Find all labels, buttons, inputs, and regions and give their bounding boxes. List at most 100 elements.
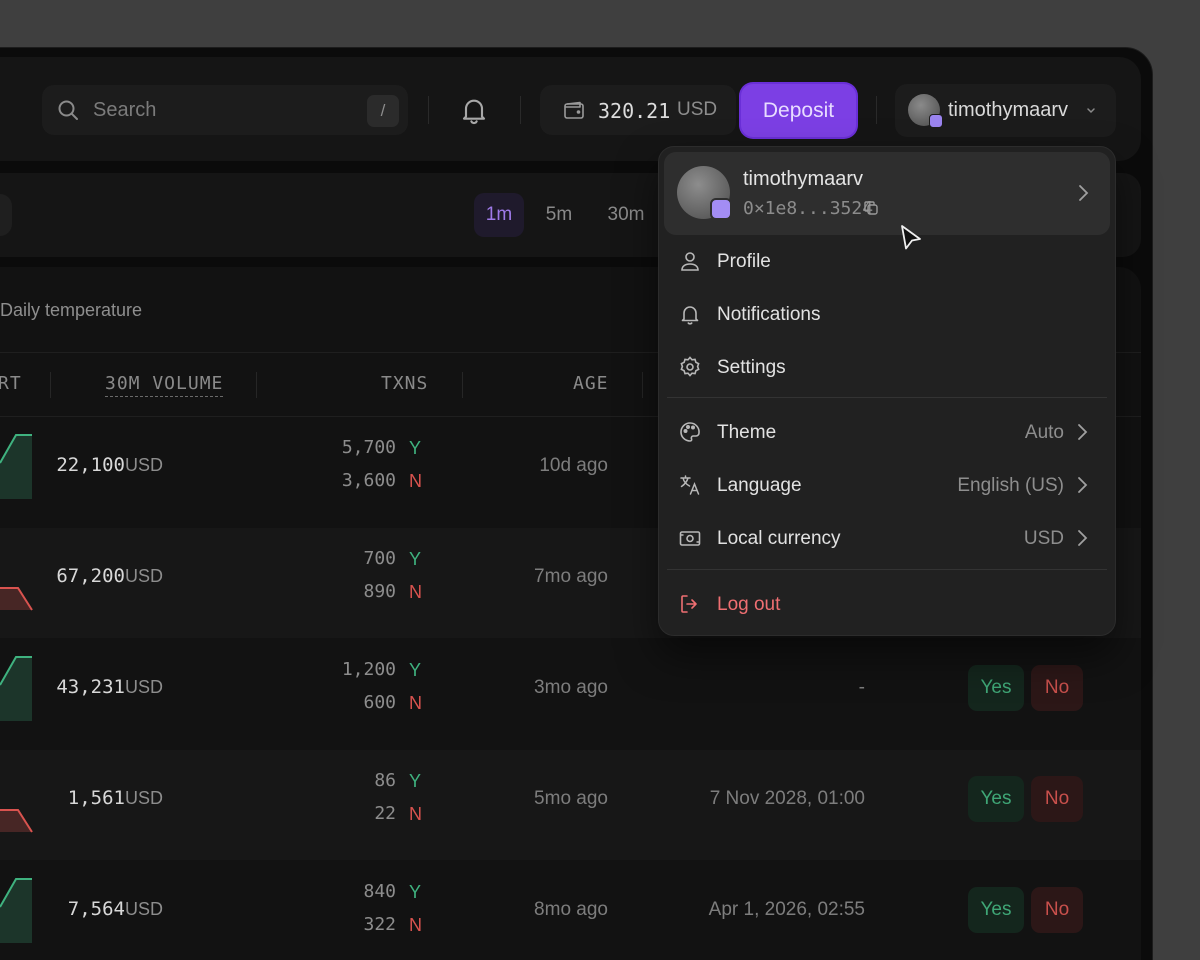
menu-item-label: Local currency: [717, 528, 841, 549]
yes-button[interactable]: Yes: [968, 887, 1024, 933]
volume-amount: 7,564: [67, 898, 125, 920]
menu-item-theme[interactable]: Theme Auto: [664, 409, 1110, 455]
currency-value: USD: [1023, 528, 1064, 549]
chevron-right-icon: [1079, 185, 1089, 201]
menu-item-label: Settings: [717, 357, 786, 378]
menu-item-settings[interactable]: Settings: [664, 344, 1110, 390]
yes-txns: 86: [374, 770, 396, 791]
menu-item-notifications[interactable]: Notifications: [664, 291, 1110, 337]
account-username: timothymaarv: [948, 99, 1069, 121]
no-txns: 600: [363, 692, 396, 713]
age-value: 10d ago: [539, 455, 608, 476]
header-divider: [520, 96, 521, 124]
sparkline-up: [0, 656, 32, 721]
column-volume-header[interactable]: 30M VOLUME: [105, 373, 224, 397]
notifications-button[interactable]: [458, 94, 490, 126]
yes-button[interactable]: Yes: [968, 665, 1024, 711]
no-txns: 3,600: [341, 470, 396, 491]
volume-unit: USD: [124, 788, 163, 808]
age-value: 3mo ago: [534, 677, 608, 698]
logout-icon: [681, 595, 697, 613]
no-button[interactable]: No: [1031, 665, 1083, 711]
timeframe-30m[interactable]: 30m: [598, 193, 654, 237]
age-value: 5mo ago: [534, 788, 608, 809]
no-button[interactable]: No: [1031, 887, 1083, 933]
user-icon: [681, 252, 699, 271]
wallet-address: 0×1e8...3524: [743, 198, 874, 219]
volume-value: 22,100USD: [56, 454, 163, 477]
menu-username: timothymaarv: [743, 168, 864, 190]
yes-indicator: Y: [409, 438, 422, 458]
volume-amount: 22,100: [56, 454, 125, 476]
menu-item-language[interactable]: Language English (US): [664, 462, 1110, 508]
yes-indicator: Y: [409, 771, 422, 791]
menu-item-label: Log out: [717, 594, 781, 615]
yes-indicator: Y: [409, 660, 422, 680]
search-input[interactable]: Search /: [42, 85, 408, 135]
end-date: -: [858, 677, 865, 698]
column-separator: [642, 372, 643, 398]
volume-unit: USD: [124, 566, 163, 586]
bell-icon: [681, 306, 699, 325]
yes-txns: 5,700: [341, 437, 396, 458]
table-row[interactable]: 1,561USD 86 22 Y N 5mo ago 7 Nov 2028, 01:00 Ye…: [0, 750, 1141, 860]
no-indicator: N: [409, 804, 422, 824]
copy-icon[interactable]: [863, 200, 879, 216]
bell-icon: [462, 99, 486, 125]
wallet-badge-icon: [929, 114, 943, 128]
column-separator: [50, 372, 51, 398]
palette-icon: [680, 422, 700, 442]
no-indicator: N: [409, 693, 422, 713]
wallet-amount: 320.21: [598, 99, 671, 123]
menu-divider: [667, 569, 1107, 570]
yes-txns: 840: [363, 881, 396, 902]
chevron-right-icon: [1078, 477, 1088, 493]
volume-amount: 1,561: [67, 787, 125, 809]
header-divider: [876, 96, 877, 124]
end-date: Apr 1, 2026, 02:55: [708, 899, 865, 920]
menu-item-local-currency[interactable]: Local currency USD: [664, 515, 1110, 561]
no-button[interactable]: No: [1031, 776, 1083, 822]
column-age-header: AGE: [573, 373, 609, 394]
language-value: English (US): [957, 475, 1064, 496]
yes-button[interactable]: Yes: [968, 776, 1024, 822]
column-separator: [462, 372, 463, 398]
no-indicator: N: [409, 471, 422, 491]
age-value: 8mo ago: [534, 899, 608, 920]
no-txns: 890: [363, 581, 396, 602]
yes-txns: 1,200: [341, 659, 396, 680]
menu-item-label: Theme: [717, 422, 777, 443]
yes-indicator: Y: [409, 549, 422, 569]
banknote-icon: [679, 531, 701, 546]
wallet-currency: USD: [677, 99, 718, 120]
table-row[interactable]: 7,564USD 840 322 Y N 8mo ago Apr 1, 2026, 02:5…: [0, 861, 1141, 960]
search-shortcut-key: /: [367, 95, 399, 127]
yes-indicator: Y: [409, 882, 422, 902]
timeframe-5m[interactable]: 5m: [534, 193, 584, 237]
wallet-balance[interactable]: 320.21 USD: [540, 85, 736, 135]
sparkline-up: [0, 434, 32, 499]
wallet-badge-icon: [710, 198, 732, 220]
no-indicator: N: [409, 582, 422, 602]
menu-item-label: Profile: [717, 251, 771, 272]
menu-item-profile[interactable]: Profile: [664, 238, 1110, 284]
no-txns: 22: [374, 803, 396, 824]
wallet-icon: [564, 101, 584, 119]
menu-item-logout[interactable]: Log out: [664, 581, 1110, 627]
age-value: 7mo ago: [534, 566, 608, 587]
column-chart-header: RT: [0, 373, 22, 394]
no-indicator: N: [409, 915, 422, 935]
volume-unit: USD: [124, 455, 163, 475]
toolbar-control[interactable]: [0, 194, 12, 236]
deposit-button[interactable]: Deposit: [741, 84, 856, 137]
volume-value: 1,561USD: [68, 787, 163, 810]
gear-icon: [680, 356, 700, 377]
menu-account-card[interactable]: timothymaarv 0×1e8...3524: [664, 152, 1110, 235]
sparkline-up: [0, 878, 32, 943]
yes-txns: 700: [363, 548, 396, 569]
column-txns-header: TXNS: [381, 373, 429, 394]
account-menu-button[interactable]: timothymaarv: [895, 84, 1116, 137]
volume-unit: USD: [124, 899, 163, 919]
timeframe-1m[interactable]: 1m: [474, 193, 524, 237]
table-row[interactable]: 43,231USD 1,200 600 Y N 3mo ago - Yes No: [0, 639, 1141, 749]
